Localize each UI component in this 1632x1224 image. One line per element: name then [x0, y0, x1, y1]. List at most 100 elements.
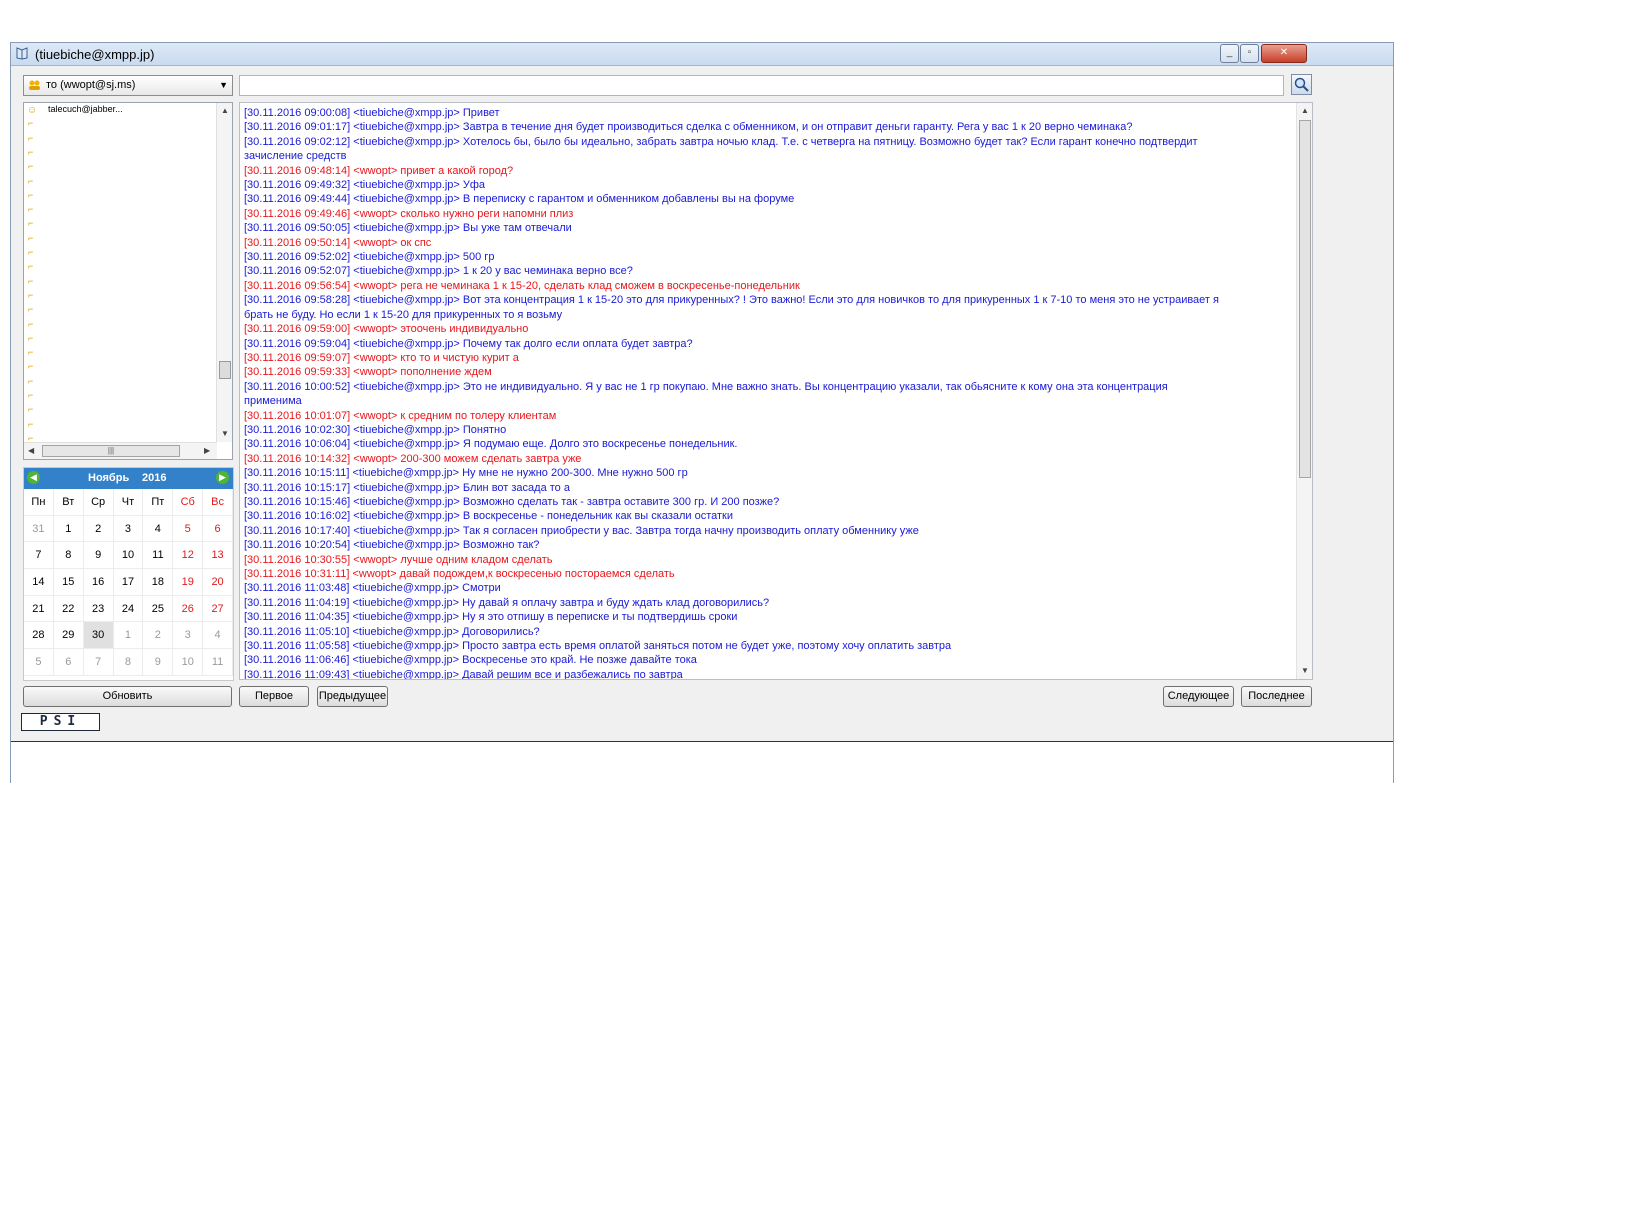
message-line: [30.11.2016 11:05:58] <tiuebiche@xmpp.jp… — [244, 640, 952, 653]
scroll-down-icon[interactable]: ▼ — [1301, 666, 1309, 675]
hscrollbar-thumb[interactable]: ||| — [42, 445, 180, 457]
recipient-select[interactable]: то (wwopt@sj.ms) ▼ — [23, 75, 233, 96]
calendar-day[interactable]: 24 — [113, 595, 144, 623]
message-line: [30.11.2016 10:14:32] <wwopt> 200-300 мо… — [244, 452, 582, 465]
contact-list-hscrollbar[interactable]: ◀ ||| ▶ — [24, 442, 217, 459]
calendar-day[interactable]: 9 — [83, 542, 114, 570]
calendar-day[interactable]: 3 — [173, 622, 204, 650]
search-button[interactable] — [1291, 74, 1312, 95]
calendar-day[interactable]: 10 — [173, 649, 204, 676]
message-line: [30.11.2016 09:59:04] <tiuebiche@xmpp.jp… — [244, 337, 693, 350]
message-line: [30.11.2016 10:31:11] <wwopt> давай подо… — [244, 568, 675, 580]
message-line: [30.11.2016 10:20:54] <tiuebiche@xmpp.jp… — [244, 539, 540, 552]
calendar-day[interactable]: 20 — [203, 569, 233, 596]
refresh-button[interactable]: Обновить — [23, 686, 232, 707]
minimize-button[interactable]: _ — [1220, 44, 1239, 63]
calendar-day[interactable]: 14 — [24, 569, 54, 596]
search-input[interactable] — [239, 75, 1284, 96]
scroll-up-icon[interactable]: ▲ — [221, 106, 229, 115]
calendar-year[interactable]: 2016 — [142, 472, 166, 484]
calendar-day[interactable]: 31 — [24, 515, 54, 543]
restore-button[interactable]: ▫ — [1240, 44, 1259, 63]
calendar-month[interactable]: Ноябрь — [88, 472, 129, 484]
calendar-day[interactable]: 10 — [113, 542, 144, 570]
calendar-day[interactable]: 11 — [143, 542, 174, 570]
contact-status-icon: ⌐ — [28, 332, 34, 343]
chevron-down-icon: ▼ — [219, 80, 228, 90]
calendar-day[interactable]: 2 — [143, 622, 174, 650]
calendar-day[interactable]: 11 — [203, 649, 233, 676]
close-button[interactable]: ✕ — [1261, 44, 1307, 63]
last-button[interactable]: Последнее — [1241, 686, 1312, 707]
contact-item[interactable]: ☺ talecuch@jabber... — [26, 104, 206, 118]
calendar-day[interactable]: 23 — [83, 595, 114, 623]
calendar-day[interactable]: 5 — [173, 515, 204, 543]
first-button[interactable]: Первое — [239, 686, 309, 707]
calendar-day[interactable]: 4 — [143, 515, 174, 543]
contact-status-icon: ⌐ — [28, 175, 34, 186]
calendar-day[interactable]: 26 — [173, 595, 204, 623]
message-line: [30.11.2016 11:09:43] <tiuebiche@xmpp.jp… — [244, 668, 683, 680]
calendar-day[interactable]: 18 — [143, 569, 174, 596]
message-line: [30.11.2016 09:49:44] <tiuebiche@xmpp.jp… — [244, 193, 795, 206]
scroll-right-icon[interactable]: ▶ — [204, 446, 210, 455]
weekday-header: Вс — [203, 489, 233, 516]
calendar-day[interactable]: 7 — [24, 542, 54, 570]
calendar-day[interactable]: 6 — [203, 515, 233, 543]
contact-status-icon: ⌐ — [28, 418, 34, 429]
message-line: [30.11.2016 09:59:00] <wwopt> этоочень и… — [244, 323, 529, 336]
calendar-day[interactable]: 17 — [113, 569, 144, 596]
calendar-day[interactable]: 2 — [83, 515, 114, 543]
calendar-day[interactable]: 30 — [83, 622, 114, 650]
calendar-day[interactable]: 1 — [53, 515, 84, 543]
scrollbar-thumb[interactable] — [219, 361, 231, 379]
calendar-day[interactable]: 16 — [83, 569, 114, 596]
calendar-day[interactable]: 7 — [83, 649, 114, 676]
next-button[interactable]: Следующее — [1163, 686, 1234, 707]
calendar-day[interactable]: 3 — [113, 515, 144, 543]
date-calendar: ◀ Ноябрь 2016 ▶ Пн Вт Ср Чт Пт Сб Вс 31 1 2 3 4 5 6 7 8… — [23, 467, 234, 681]
calendar-day[interactable]: 9 — [143, 649, 174, 676]
calendar-day[interactable]: 13 — [203, 542, 233, 570]
calendar-day[interactable]: 25 — [143, 595, 174, 623]
contact-list-scrollbar[interactable]: ▲ ▼ — [216, 103, 232, 442]
prev-month-arrow-icon[interactable]: ◀ — [27, 471, 40, 484]
scroll-left-icon[interactable]: ◀ — [28, 446, 34, 455]
contact-status-icon: ☺ — [27, 105, 38, 116]
calendar-grid: Пн Вт Ср Чт Пт Сб Вс 31 1 2 3 4 5 6 7 8 9 10 11 12 13 14 15 16 1… — [24, 489, 233, 676]
contact-status-icon: ⌐ — [28, 347, 34, 358]
search-icon — [1294, 77, 1309, 92]
calendar-day[interactable]: 1 — [113, 622, 144, 650]
calendar-day[interactable]: 27 — [203, 595, 233, 623]
calendar-day[interactable]: 4 — [203, 622, 233, 650]
calendar-day[interactable]: 12 — [173, 542, 204, 570]
message-line: [30.11.2016 10:16:02] <tiuebiche@xmpp.jp… — [244, 510, 734, 523]
message-line: [30.11.2016 09:52:02] <tiuebiche@xmpp.jp… — [244, 251, 495, 264]
calendar-day[interactable]: 29 — [53, 622, 84, 650]
contact-label: talecuch@jabber... — [48, 104, 123, 114]
calendar-day[interactable]: 6 — [53, 649, 84, 676]
message-line: [30.11.2016 11:04:19] <tiuebiche@xmpp.jp… — [244, 596, 770, 609]
app-book-icon — [16, 47, 28, 60]
calendar-day[interactable]: 15 — [53, 569, 84, 596]
calendar-day[interactable]: 22 — [53, 595, 84, 623]
contact-list[interactable]: ☺ talecuch@jabber... ⌐ ⌐ ⌐ ⌐ ⌐ ⌐ ⌐ ⌐ ⌐ ⌐ ⌐ ⌐ ⌐ ⌐ ⌐ ⌐ ⌐ ⌐ ⌐… — [23, 102, 233, 460]
next-month-arrow-icon[interactable]: ▶ — [216, 471, 229, 484]
previous-button[interactable]: Предыдущее — [317, 686, 388, 707]
psi-logo: PSI — [21, 713, 100, 731]
title-bar[interactable]: (tiuebiche@xmpp.jp) _ ▫ ✕ — [11, 43, 1393, 66]
scroll-up-icon[interactable]: ▲ — [1301, 106, 1309, 115]
calendar-day[interactable]: 28 — [24, 622, 54, 650]
calendar-day[interactable]: 5 — [24, 649, 54, 676]
calendar-day[interactable]: 8 — [113, 649, 144, 676]
calendar-day[interactable]: 21 — [24, 595, 54, 623]
contact-status-icon: ⌐ — [28, 375, 34, 386]
calendar-day[interactable]: 19 — [173, 569, 204, 596]
contact-status-icon: ⌐ — [28, 146, 34, 157]
scroll-down-icon[interactable]: ▼ — [221, 429, 229, 438]
weekday-header: Ср — [83, 489, 114, 516]
calendar-header: ◀ Ноябрь 2016 ▶ — [24, 468, 233, 489]
message-history-scrollbar[interactable]: ▲ ▼ — [1296, 103, 1312, 679]
calendar-day[interactable]: 8 — [53, 542, 84, 570]
scrollbar-thumb[interactable] — [1299, 120, 1311, 478]
